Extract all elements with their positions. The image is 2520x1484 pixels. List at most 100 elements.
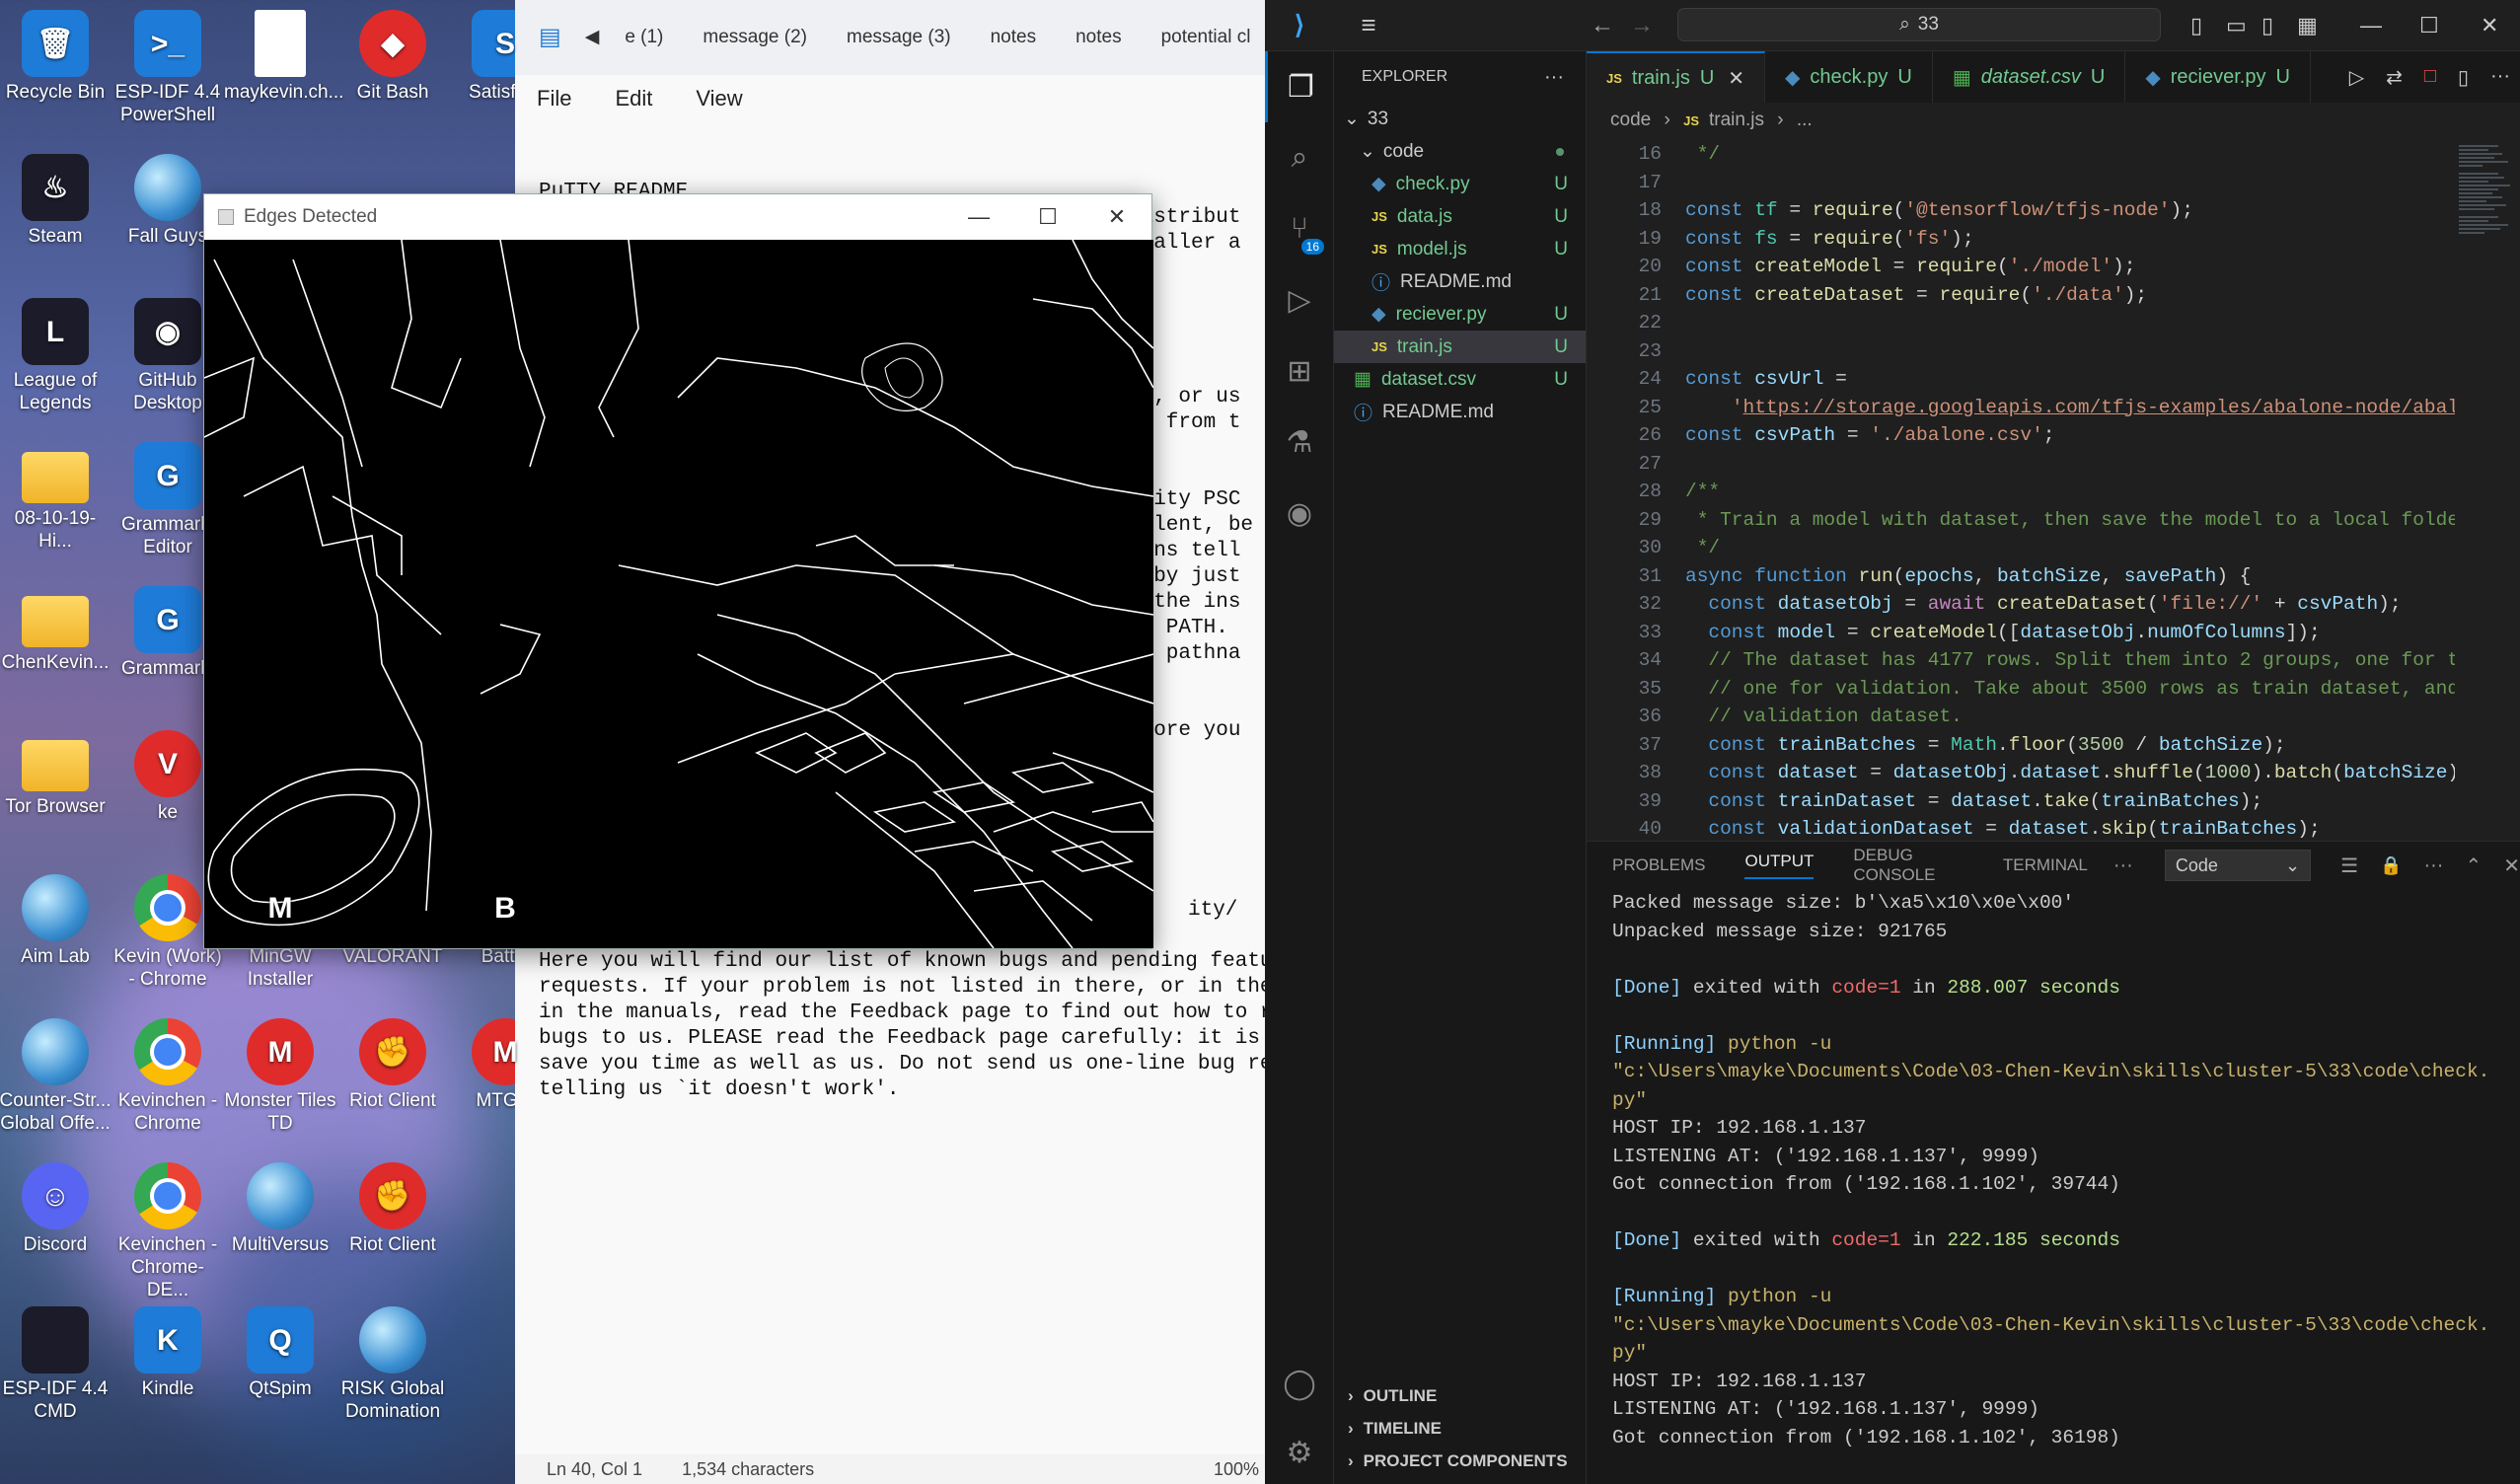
line-number: 40 xyxy=(1638,818,1662,840)
layout-icon[interactable]: ▦ xyxy=(2297,13,2318,38)
desktop-icon[interactable]: RISK Global Domination xyxy=(336,1302,449,1441)
desktop-icon[interactable]: Tor Browser xyxy=(0,726,111,864)
editor-tab[interactable]: ▦ dataset.csv U xyxy=(1933,51,2126,103)
accounts-icon[interactable]: ◯ xyxy=(1265,1348,1334,1419)
close-panel-icon[interactable]: ✕ xyxy=(2503,853,2520,878)
settings-gear-icon[interactable]: ⚙ xyxy=(1265,1417,1334,1484)
run-debug-icon[interactable]: ▷ xyxy=(1265,264,1334,335)
notepad-tab[interactable]: notes xyxy=(971,0,1056,75)
more-actions-icon[interactable]: ··· xyxy=(1544,66,1564,89)
desktop-icon[interactable]: Q QtSpim xyxy=(224,1302,336,1441)
tab-scroll-left-icon[interactable]: ◀ xyxy=(579,0,606,75)
desktop-icon[interactable]: K Kindle xyxy=(111,1302,224,1441)
tree-folder-code[interactable]: ⌄ code xyxy=(1334,135,1586,168)
maximize-button[interactable]: ☐ xyxy=(1013,194,1082,240)
tree-root[interactable]: ⌄ 33 xyxy=(1334,103,1586,135)
edges-title-bar[interactable]: Edges Detected — ☐ ✕ xyxy=(204,194,1151,240)
file-item[interactable]: ⓘ README.md xyxy=(1334,265,1586,298)
tab-terminal[interactable]: TERMINAL xyxy=(2003,855,2088,875)
output-log[interactable]: Packed message size: b'\xa5\x10\x0e\x00'… xyxy=(1612,889,2489,1451)
desktop-icon[interactable]: M Monster Tiles TD xyxy=(224,1014,336,1152)
desktop-icon[interactable]: L League of Legends xyxy=(0,294,111,432)
desktop-icon[interactable]: 🗑 Recycle Bin xyxy=(0,6,111,144)
notepad-tab[interactable]: notes xyxy=(1056,0,1141,75)
notepad-tab[interactable]: potential cl xyxy=(1142,0,1271,75)
desktop-icon[interactable]: ChenKevin... xyxy=(0,582,111,720)
timeline-section[interactable]: › TIMELINE xyxy=(1334,1412,1587,1445)
compare-icon[interactable]: ⇄ xyxy=(2386,65,2403,90)
more-actions-icon[interactable]: ··· xyxy=(2490,65,2510,90)
split-editor-icon[interactable]: ▯ xyxy=(2458,65,2469,90)
maximize-button[interactable]: ☐ xyxy=(2419,13,2439,38)
notepad-tab[interactable]: message (2) xyxy=(683,0,827,75)
breadcrumb-item[interactable]: code xyxy=(1610,110,1651,130)
command-center-search[interactable]: ⌕ 33 xyxy=(1677,8,2161,41)
extensions-icon[interactable]: ⊞ xyxy=(1265,335,1334,407)
desktop-icon[interactable]: Kevinchen - Chrome xyxy=(111,1014,224,1152)
search-icon[interactable]: ⌕ xyxy=(1265,122,1334,193)
menu-view[interactable]: View xyxy=(696,86,742,111)
tab-output[interactable]: OUTPUT xyxy=(1744,852,1815,879)
menu-edit[interactable]: Edit xyxy=(615,86,652,111)
markdown-file-icon: ⓘ xyxy=(1354,404,1373,424)
editor-tab[interactable]: ◆ check.py U xyxy=(1765,51,1933,103)
close-tab-icon[interactable]: ✕ xyxy=(1728,66,1744,91)
desktop-icon[interactable]: maykevin.ch... xyxy=(224,6,343,144)
outline-section[interactable]: › OUTLINE xyxy=(1334,1379,1587,1412)
section-label: OUTLINE xyxy=(1363,1385,1438,1405)
desktop-icon[interactable]: ◆ Git Bash xyxy=(336,6,449,144)
toggle-secondary-sidebar-icon[interactable]: ▯ xyxy=(2261,13,2273,38)
toggle-sidebar-icon[interactable]: ▯ xyxy=(2190,13,2202,38)
source-control-icon[interactable]: ⑂ 16 xyxy=(1265,193,1334,264)
editor-tab[interactable]: JS train.js U ✕ xyxy=(1587,51,1766,103)
breadcrumb-item[interactable]: train.js xyxy=(1709,110,1764,130)
desktop-icon[interactable]: Kevinchen - Chrome-DE... xyxy=(111,1158,224,1300)
desktop-icon[interactable]: ✊ Riot Client xyxy=(336,1014,449,1152)
explorer-icon[interactable]: ❐ xyxy=(1265,51,1334,122)
close-button[interactable]: ✕ xyxy=(1082,194,1151,240)
file-item[interactable]: JS train.js U xyxy=(1334,331,1586,363)
file-item[interactable]: JS model.js U xyxy=(1334,233,1586,265)
file-item[interactable]: ⓘ README.md xyxy=(1334,396,1586,428)
more-actions-icon[interactable]: ··· xyxy=(2423,854,2443,877)
desktop-icon[interactable]: Counter-Str... Global Offe... xyxy=(0,1014,111,1152)
menu-file[interactable]: File xyxy=(537,86,571,111)
desktop-icon[interactable]: MultiVersus xyxy=(224,1158,336,1297)
more-tabs-icon[interactable]: ··· xyxy=(2113,854,2133,877)
run-icon[interactable]: ▷ xyxy=(2349,65,2364,90)
notepad-tab[interactable]: message (3) xyxy=(827,0,971,75)
minimap[interactable] xyxy=(2455,140,2520,841)
desktop-icon[interactable]: ☺ Discord xyxy=(0,1158,111,1297)
desktop-icon[interactable]: ✊ Riot Client xyxy=(336,1158,449,1297)
desktop-icon[interactable]: 08-10-19-Hi... xyxy=(0,438,111,576)
toggle-panel-icon[interactable]: ▭ xyxy=(2226,13,2247,38)
code-editor[interactable]: 16 17 18 19 20 21 22 23 24 25 26 27 28 29 30 31 32 33 34 35… xyxy=(1587,140,2455,841)
clear-output-icon[interactable]: ☰ xyxy=(2340,853,2358,878)
back-arrow-icon[interactable]: ← xyxy=(1591,12,1614,39)
desktop-icon[interactable]: ♨ Steam xyxy=(0,150,111,288)
tab-debug-console[interactable]: DEBUG CONSOLE xyxy=(1853,846,1964,885)
stop-icon[interactable]: □ xyxy=(2424,65,2436,90)
close-button[interactable]: ✕ xyxy=(2481,13,2498,38)
file-item[interactable]: ◆ reciever.py U xyxy=(1334,298,1586,331)
editor-tab[interactable]: ◆ reciever.py U xyxy=(2125,51,2311,103)
menu-hamburger-icon[interactable]: ≡ xyxy=(1334,10,1403,40)
output-channel-select[interactable]: Code ⌄ xyxy=(2164,850,2312,881)
espressif-icon[interactable]: ◉ xyxy=(1265,478,1334,549)
minimize-button[interactable]: — xyxy=(944,194,1013,240)
project-components-section[interactable]: › PROJECT COMPONENTS xyxy=(1334,1445,1587,1477)
file-item[interactable]: ▦ dataset.csv U xyxy=(1334,363,1586,396)
forward-arrow-icon[interactable]: → xyxy=(1630,12,1654,39)
tab-problems[interactable]: PROBLEMS xyxy=(1612,855,1705,875)
desktop-icon[interactable]: ESP-IDF 4.4 CMD xyxy=(0,1302,111,1441)
minimize-button[interactable]: — xyxy=(2360,13,2382,38)
maximize-panel-icon[interactable]: ⌃ xyxy=(2465,853,2482,878)
file-item[interactable]: ◆ check.py U xyxy=(1334,168,1586,200)
desktop-icon[interactable]: Aim Lab xyxy=(0,870,111,1008)
desktop-icon[interactable]: >_ ESP-IDF 4.4 PowerShell xyxy=(111,6,224,144)
notepad-tab[interactable]: e (1) xyxy=(605,0,683,75)
lock-scroll-icon[interactable]: 🔒 xyxy=(2380,855,2402,876)
file-item[interactable]: JS data.js U xyxy=(1334,200,1586,233)
breadcrumb-item[interactable]: ... xyxy=(1797,110,1813,130)
testing-icon[interactable]: ⚗ xyxy=(1265,407,1334,478)
